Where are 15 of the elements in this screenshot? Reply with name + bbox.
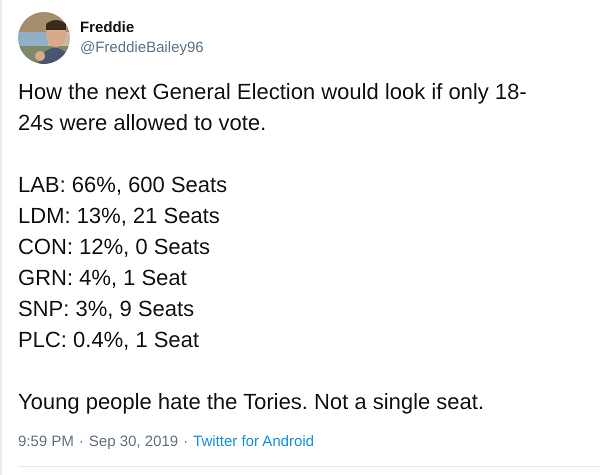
tweet-time[interactable]: 9:59 PM xyxy=(18,431,74,454)
result-line: PLC: 0.4%, 1 Seat xyxy=(18,326,200,354)
tweet-text: How the next General Election would look if only 18-24s were allowed to vote. xyxy=(18,78,528,137)
result-line: GRN: 4%, 1 Seat xyxy=(18,264,188,292)
separator-dot: · xyxy=(183,432,188,452)
result-line: SNP: 3%, 9 Seats xyxy=(18,295,196,323)
separator-dot: · xyxy=(78,432,84,452)
source-link[interactable]: Twitter for Android xyxy=(193,431,314,454)
tweet-text: Young people hate the Tories. Not a single seat. xyxy=(18,388,486,416)
author-handle[interactable]: @FreddieBailey96 xyxy=(80,38,204,58)
result-line: LAB: 66%, 600 Seats xyxy=(18,171,228,199)
result-line: LDM: 13%, 21 Seats xyxy=(18,202,221,230)
result-line: CON: 12%, 0 Seats xyxy=(18,233,211,261)
author-name[interactable]: Freddie xyxy=(80,18,204,38)
tweet-date[interactable]: Sep 30, 2019 xyxy=(88,431,178,454)
